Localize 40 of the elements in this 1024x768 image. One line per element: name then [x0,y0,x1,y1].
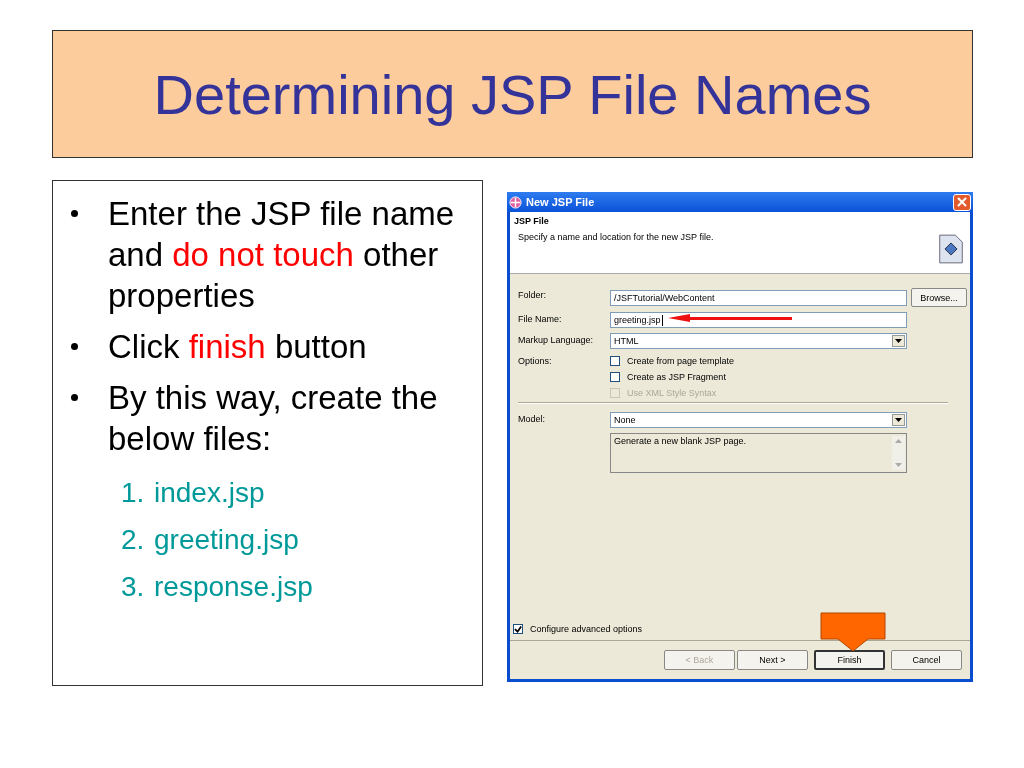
scroll-down-icon[interactable] [895,463,902,467]
file-name-text: response.jsp [154,570,313,604]
bullet-text: By this way, create the below files: [108,378,439,459]
options-label: Options: [518,355,553,366]
scroll-up-icon[interactable] [895,439,902,443]
markup-language-dropdown[interactable]: HTML [610,333,907,349]
window-title: New JSP File [526,196,596,208]
slide-title: Determining JSP File Names [153,61,872,127]
list-number: 3. [121,570,146,604]
close-button[interactable] [953,193,971,211]
model-label: Model: [518,413,546,424]
bullet-text: Click finish button [108,327,367,367]
folder-label: Folder: [518,289,547,300]
browse-button[interactable]: Browse... [911,288,967,307]
advanced-options-checkbox[interactable]: Configure advanced options [513,624,962,634]
app-icon [509,195,522,209]
file-name-field[interactable]: greeting.jsp [610,312,907,328]
header-title: JSP File [514,216,550,226]
bullet-icon [71,394,78,401]
dialog-button[interactable]: Cancel [891,650,962,670]
file-name-label: File Name: [518,313,563,324]
markup-language-label: Markup Language: [518,334,595,345]
model-dropdown[interactable]: None [610,412,907,428]
list-number: 1. [121,476,146,510]
model-description: Generate a new blank JSP page. [614,436,746,448]
file-icon [938,234,964,264]
bullet-icon [71,210,78,217]
list-number: 2. [121,523,146,557]
close-icon [957,197,967,207]
file-name-text: greeting.jsp [154,523,299,557]
callout-arrow-drawing [820,612,886,652]
checkbox-option[interactable]: Create as JSP Fragment [610,372,907,382]
folder-field[interactable]: /JSFTutorial/WebContent [610,289,907,306]
header-description: Specify a name and location for the new JSP file. [518,232,714,242]
dialog-button[interactable]: Finish [814,650,885,670]
check-icon [514,624,522,634]
checkbox-option[interactable]: Create from page template [610,356,907,366]
dialog-button[interactable]: Next > [737,650,808,670]
file-name-text: index.jsp [154,476,265,510]
bullet-icon [71,343,78,350]
